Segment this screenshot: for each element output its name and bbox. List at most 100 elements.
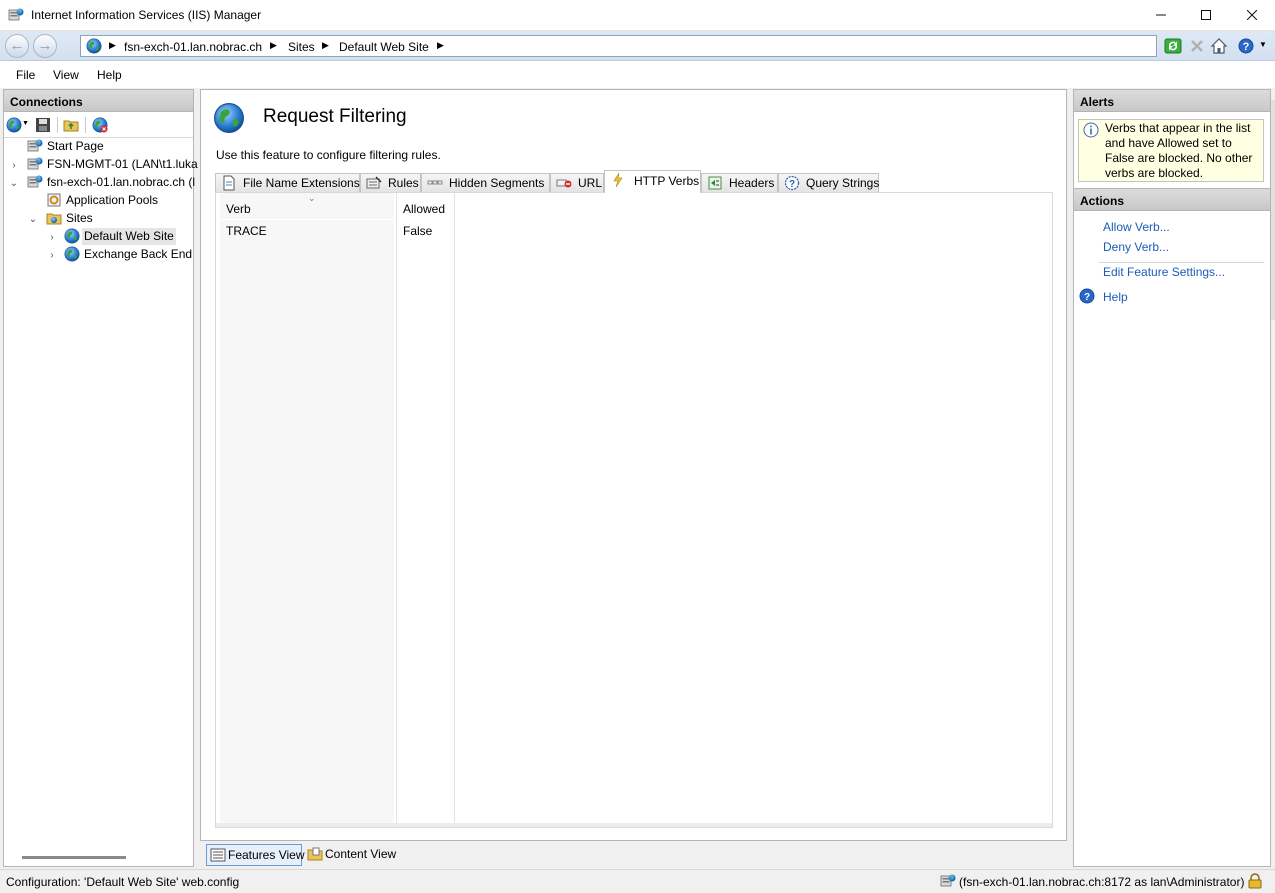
- tab-headers[interactable]: Headers: [701, 173, 778, 193]
- tree-label: Start Page: [47, 139, 104, 153]
- tree-label: fsn-exch-01.lan.nobrac.ch (l: [47, 175, 196, 189]
- view-label: Features View: [228, 848, 305, 862]
- actions-divider: [1099, 262, 1264, 263]
- alerts-header: Alerts: [1073, 89, 1271, 112]
- headers-icon: [708, 176, 722, 190]
- lock-icon: [1248, 873, 1262, 889]
- save-icon[interactable]: [35, 117, 51, 133]
- allowed-column: Allowed False: [396, 193, 455, 825]
- tab-label: Rules: [388, 176, 419, 190]
- breadcrumb-server[interactable]: fsn-exch-01.lan.nobrac.ch: [124, 40, 262, 54]
- server-connection-icon: [940, 873, 956, 889]
- content-view-button[interactable]: Content View: [304, 844, 400, 866]
- back-button[interactable]: ←: [5, 34, 29, 58]
- query-strings-icon: ?: [784, 175, 800, 191]
- http-verbs-icon: [613, 172, 623, 188]
- sites-folder-icon: [46, 213, 62, 225]
- deny-verb-link[interactable]: Deny Verb...: [1103, 240, 1169, 254]
- up-folder-icon[interactable]: [63, 117, 79, 133]
- collapse-chevron-icon[interactable]: ⌄: [9, 178, 19, 189]
- tree-label: Default Web Site: [82, 228, 176, 245]
- server-icon: [27, 174, 43, 190]
- minimize-icon: [1156, 14, 1166, 16]
- application-pools-icon: [47, 193, 61, 207]
- expand-chevron-icon[interactable]: ›: [47, 250, 57, 261]
- chevron-down-icon[interactable]: ▼: [22, 120, 29, 127]
- allow-verb-link[interactable]: Allow Verb...: [1103, 220, 1170, 234]
- iis-app-icon: [8, 7, 24, 23]
- content-view-icon: [307, 847, 323, 861]
- home-icon[interactable]: [1210, 37, 1228, 55]
- alert-message: Verbs that appear in the list and have A…: [1078, 119, 1264, 182]
- tab-label: HTTP Verbs: [634, 174, 700, 188]
- connections-header: Connections: [3, 89, 194, 112]
- tree-label: FSN-MGMT-01 (LAN\t1.luka: [47, 157, 198, 171]
- column-header-verb[interactable]: Verb: [226, 202, 251, 216]
- menu-help[interactable]: Help: [97, 68, 122, 82]
- back-arrow-icon: ←: [9, 37, 25, 54]
- expand-chevron-icon[interactable]: ›: [47, 232, 57, 243]
- tab-label: URL: [578, 176, 603, 190]
- status-bar: Configuration: 'Default Web Site' web.co…: [0, 869, 1275, 893]
- tree-label: Sites: [66, 211, 93, 225]
- tab-label: Query Strings: [806, 176, 880, 190]
- expand-chevron-icon[interactable]: ›: [9, 160, 19, 171]
- tab-url[interactable]: URL: [550, 173, 604, 193]
- url-icon: [556, 179, 572, 188]
- column-header-allowed[interactable]: Allowed: [403, 202, 445, 216]
- tab-query-strings[interactable]: ? Query Strings: [778, 173, 879, 193]
- view-switcher: Features View Content View: [200, 842, 1067, 867]
- address-toolbar: ← → ▶ fsn-exch-01.lan.nobrac.ch ▶ Sites …: [0, 31, 1275, 61]
- maximize-button[interactable]: [1183, 0, 1229, 31]
- breadcrumb-chevron-icon[interactable]: ▶: [437, 40, 444, 51]
- chevron-down-icon[interactable]: ▼: [1259, 40, 1267, 49]
- forward-arrow-icon: →: [37, 37, 53, 54]
- stop-icon[interactable]: [1188, 37, 1206, 55]
- rules-icon: [366, 176, 382, 189]
- help-dropdown-icon[interactable]: ?: [1238, 37, 1256, 55]
- collapse-chevron-icon[interactable]: ⌄: [28, 214, 38, 225]
- help-link[interactable]: Help: [1103, 290, 1128, 304]
- server-icon: [27, 156, 43, 172]
- breadcrumb-chevron-icon[interactable]: ▶: [322, 40, 329, 51]
- refresh-icon[interactable]: [1164, 37, 1182, 55]
- menu-file[interactable]: File: [16, 68, 35, 82]
- tab-hidden-segments[interactable]: Hidden Segments: [421, 173, 550, 193]
- feature-description: Use this feature to configure filtering …: [216, 148, 441, 162]
- tab-label: File Name Extensions: [243, 176, 360, 190]
- breadcrumb-default-web-site[interactable]: Default Web Site: [339, 40, 429, 54]
- disconnect-icon[interactable]: [92, 117, 108, 133]
- address-bar[interactable]: ▶ fsn-exch-01.lan.nobrac.ch ▶ Sites ▶ De…: [80, 35, 1157, 57]
- features-view-button[interactable]: Features View: [206, 844, 305, 866]
- file-extension-icon: [223, 175, 235, 191]
- maximize-icon: [1201, 10, 1211, 20]
- breadcrumb-sites[interactable]: Sites: [288, 40, 315, 54]
- close-icon: [1246, 9, 1258, 21]
- cell-allowed[interactable]: False: [403, 224, 432, 238]
- status-connection: (fsn-exch-01.lan.nobrac.ch:8172 as lan\A…: [959, 875, 1245, 889]
- menu-view[interactable]: View: [53, 68, 79, 82]
- forward-button[interactable]: →: [33, 34, 57, 58]
- toolbar-divider: [85, 117, 86, 133]
- horizontal-scrollbar[interactable]: [216, 823, 1052, 827]
- close-button[interactable]: [1229, 0, 1275, 31]
- http-verbs-grid: ⌄ Verb TRACE Allowed False: [215, 192, 1053, 828]
- cell-verb[interactable]: TRACE: [226, 224, 267, 238]
- right-scrollbar[interactable]: [1271, 100, 1275, 320]
- help-icon[interactable]: ?: [1079, 288, 1095, 304]
- edit-feature-settings-link[interactable]: Edit Feature Settings...: [1103, 265, 1225, 279]
- window-title: Internet Information Services (IIS) Mana…: [31, 8, 262, 22]
- tab-label: Hidden Segments: [449, 176, 545, 190]
- tab-http-verbs[interactable]: HTTP Verbs: [604, 170, 701, 193]
- tab-file-name-extensions[interactable]: File Name Extensions: [215, 173, 360, 193]
- connect-globe-icon[interactable]: [6, 117, 22, 133]
- main-content: Request Filtering Use this feature to co…: [200, 89, 1067, 841]
- website-globe-icon: [64, 228, 80, 244]
- website-globe-icon: [64, 246, 80, 262]
- tab-rules[interactable]: Rules: [360, 173, 421, 193]
- view-label: Content View: [325, 847, 397, 861]
- horizontal-scrollbar[interactable]: [22, 856, 126, 859]
- minimize-button[interactable]: [1138, 0, 1184, 31]
- request-filtering-icon: [213, 102, 245, 134]
- breadcrumb-chevron-icon[interactable]: ▶: [270, 40, 277, 51]
